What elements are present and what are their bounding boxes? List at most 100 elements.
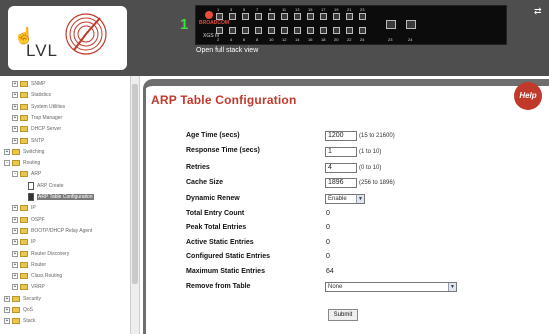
expand-icon[interactable]: + <box>12 273 18 280</box>
expand-icon[interactable]: + <box>12 81 18 87</box>
tree-item[interactable]: + System Utilities <box>12 102 65 112</box>
port-19[interactable] <box>333 13 340 20</box>
total-entry-count-value: 0 <box>326 210 330 217</box>
port-16[interactable] <box>307 27 314 34</box>
tree-item[interactable]: + Statistics <box>12 90 51 100</box>
port-22[interactable] <box>346 27 353 34</box>
tree-item[interactable]: + Router Discovery <box>12 249 69 259</box>
expand-icon[interactable]: + <box>12 239 18 246</box>
port-10[interactable] <box>268 27 275 34</box>
port-20[interactable] <box>333 27 340 34</box>
port-4[interactable] <box>229 27 236 34</box>
configured-static-entries-label: Configured Static Entries <box>186 253 271 260</box>
tree-item[interactable]: + OSPF <box>12 215 45 225</box>
expand-icon[interactable]: + <box>12 284 18 291</box>
port-3[interactable] <box>229 13 236 20</box>
tree-item-label: Router <box>31 261 47 268</box>
age-time-input[interactable]: 1200 <box>325 131 357 141</box>
tree-item[interactable]: + IP <box>12 203 36 213</box>
expand-icon[interactable]: + <box>12 137 18 144</box>
port-23[interactable] <box>359 13 366 20</box>
expand-icon[interactable]: + <box>12 114 18 121</box>
tree-item-label: SNTP <box>31 137 45 144</box>
tree-item[interactable]: + Trap Manager <box>12 113 62 123</box>
expand-icon[interactable]: + <box>4 148 10 155</box>
tree-item[interactable]: + Switching <box>4 147 44 157</box>
folder-icon <box>12 295 20 302</box>
uplink-port-24[interactable] <box>406 20 416 29</box>
collapse-icon[interactable]: - <box>12 171 18 178</box>
help-button[interactable]: Help <box>514 82 542 110</box>
expand-icon[interactable]: + <box>4 295 10 302</box>
port-15[interactable] <box>307 13 314 20</box>
port-11[interactable] <box>281 13 288 20</box>
tree-item[interactable]: + Class Routing <box>12 271 62 281</box>
port-6[interactable] <box>242 27 249 34</box>
port-12[interactable] <box>281 27 288 34</box>
expand-icon[interactable]: + <box>12 216 18 223</box>
port-number-label: 19 <box>334 7 339 12</box>
cache-size-input[interactable]: 1896 <box>325 178 357 188</box>
port-21[interactable] <box>346 13 353 20</box>
configured-static-entries-value: 0 <box>326 253 330 260</box>
port-17[interactable] <box>320 13 327 20</box>
expand-icon[interactable]: + <box>12 103 18 110</box>
tree-item[interactable]: ARP Table Configuration <box>20 192 94 202</box>
expand-icon[interactable]: + <box>12 205 18 212</box>
port-number-label: 1 <box>217 7 220 12</box>
navigation-tree: + SNMP + Statistics + System Utilities + Trap M… <box>0 76 140 334</box>
port-number-label: 23 <box>360 7 365 12</box>
port-18[interactable] <box>320 27 327 34</box>
tree-item-label: SNMP <box>31 81 46 87</box>
port-5[interactable] <box>242 13 249 20</box>
tree-item[interactable]: + IP <box>12 237 36 247</box>
active-static-entries-value: 0 <box>326 239 330 246</box>
expand-icon[interactable]: + <box>12 250 18 257</box>
tree-item[interactable]: + QoS <box>4 305 33 315</box>
expand-icon[interactable]: + <box>12 261 18 268</box>
dynamic-renew-select[interactable]: Enable ▼ <box>325 194 365 204</box>
port-9[interactable] <box>268 13 275 20</box>
response-time-hint: (1 to 10) <box>359 149 382 155</box>
tree-item[interactable]: + Security <box>4 294 41 304</box>
header-banner: ☝ LVL 1 BROADCOM XGS III 1 2 3 4 5 6 7 8 9 10 11 12… <box>0 0 549 76</box>
port-14[interactable] <box>294 27 301 34</box>
expand-icon[interactable]: + <box>12 126 18 133</box>
folder-icon <box>20 227 28 234</box>
expand-icon[interactable]: + <box>12 227 18 234</box>
uplink-port-23[interactable] <box>386 20 396 29</box>
response-time-input[interactable]: 1 <box>325 147 357 157</box>
tree-item[interactable]: - ARP <box>12 169 41 179</box>
expand-icon[interactable]: + <box>12 92 18 99</box>
remove-from-table-select[interactable]: None ▼ <box>325 282 457 292</box>
expand-icon[interactable]: + <box>4 307 10 313</box>
port-8[interactable] <box>255 27 262 34</box>
switch-front-panel[interactable]: BROADCOM XGS III 1 2 3 4 5 6 7 8 9 10 11 12 13 14 15 16… <box>195 5 507 45</box>
collapse-icon[interactable]: - <box>4 160 10 167</box>
tree-item[interactable]: + BOOTP/DHCP Relay Agent <box>12 226 92 236</box>
expand-icon[interactable]: + <box>4 318 10 325</box>
port-number-label: 3 <box>230 7 233 12</box>
port-24[interactable] <box>359 27 366 34</box>
tree-item[interactable]: - Routing <box>4 158 40 168</box>
active-static-entries-label: Active Static Entries <box>186 239 254 246</box>
retries-input[interactable]: 4 <box>325 163 357 173</box>
port-13[interactable] <box>294 13 301 20</box>
scrollbar-thumb[interactable] <box>132 84 138 284</box>
remove-from-table-label: Remove from Table <box>186 283 251 290</box>
port-2[interactable] <box>216 27 223 34</box>
response-time-label: Response Time (secs) <box>186 147 260 154</box>
tree-item[interactable]: ARP Create <box>20 181 64 191</box>
port-7[interactable] <box>255 13 262 20</box>
tree-item[interactable]: + Stack <box>4 316 36 326</box>
tree-item[interactable]: + DHCP Server <box>12 124 61 134</box>
swap-arrows-icon[interactable]: ⇄ <box>534 6 542 17</box>
tree-item[interactable]: + VRRP <box>12 282 45 292</box>
port-1[interactable] <box>216 13 223 20</box>
sidebar-scrollbar[interactable] <box>130 76 139 334</box>
tree-item[interactable]: + SNMP <box>12 79 45 89</box>
submit-button[interactable]: Submit <box>328 309 358 321</box>
tree-item[interactable]: + Router <box>12 260 46 270</box>
open-stack-view-link[interactable]: Open full stack view <box>196 47 258 54</box>
tree-item[interactable]: + SNTP <box>12 136 44 146</box>
